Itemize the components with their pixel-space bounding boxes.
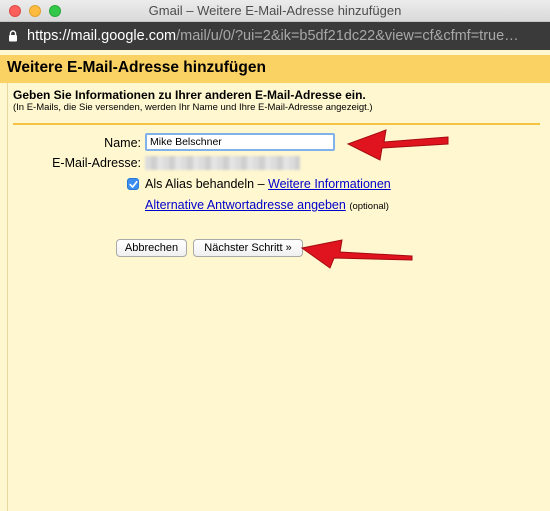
url-scheme: https:// (27, 28, 71, 44)
email-label: E-Mail-Adresse: (52, 156, 141, 170)
name-input[interactable] (145, 133, 335, 151)
cancel-button[interactable]: Abbrechen (116, 239, 187, 257)
divider (13, 123, 540, 125)
window-title: Gmail – Weitere E-Mail-Adresse hinzufüge… (148, 3, 402, 18)
annotation-arrow-next-icon (300, 239, 413, 269)
address-bar[interactable]: https://mail.google.com/mail/u/0/?ui=2&i… (0, 22, 550, 50)
reply-address-link[interactable]: Alternative Antwortadresse angeben (145, 198, 346, 212)
intro-heading: Geben Sie Informationen zu Ihrer anderen… (13, 88, 366, 102)
dialog-header: Weitere E-Mail-Adresse hinzufügen (0, 55, 550, 83)
reply-address-option: Alternative Antwortadresse angeben (opti… (145, 198, 389, 212)
alias-label: Als Alias behandeln – (145, 177, 269, 191)
dialog-content: Weitere E-Mail-Adresse hinzufügen Geben … (0, 50, 550, 511)
browser-window: Gmail – Weitere E-Mail-Adresse hinzufüge… (0, 0, 550, 511)
annotation-arrow-name-icon (346, 129, 449, 161)
lock-icon (9, 30, 17, 42)
optional-label: (optional) (349, 201, 389, 212)
intro-note: (In E-Mails, die Sie versenden, werden I… (13, 102, 373, 113)
name-label: Name: (104, 136, 141, 150)
checkmark-icon (129, 181, 138, 188)
alias-option: Als Alias behandeln – Weitere Informatio… (145, 177, 391, 191)
title-bar: Gmail – Weitere E-Mail-Adresse hinzufüge… (0, 0, 550, 22)
more-info-link[interactable]: Weitere Informationen (268, 177, 391, 191)
email-value-redacted (145, 156, 300, 170)
next-step-button[interactable]: Nächster Schritt » (193, 239, 303, 257)
alias-checkbox[interactable] (127, 178, 139, 190)
url-text[interactable]: https://mail.google.com/mail/u/0/?ui=2&i… (27, 28, 519, 44)
dialog-title: Weitere E-Mail-Adresse hinzufügen (7, 59, 266, 76)
url-path: /mail/u/0/?ui=2&ik=b5df21dc22&view=cf&cf… (176, 28, 519, 44)
url-host: mail.google.com (70, 28, 177, 44)
